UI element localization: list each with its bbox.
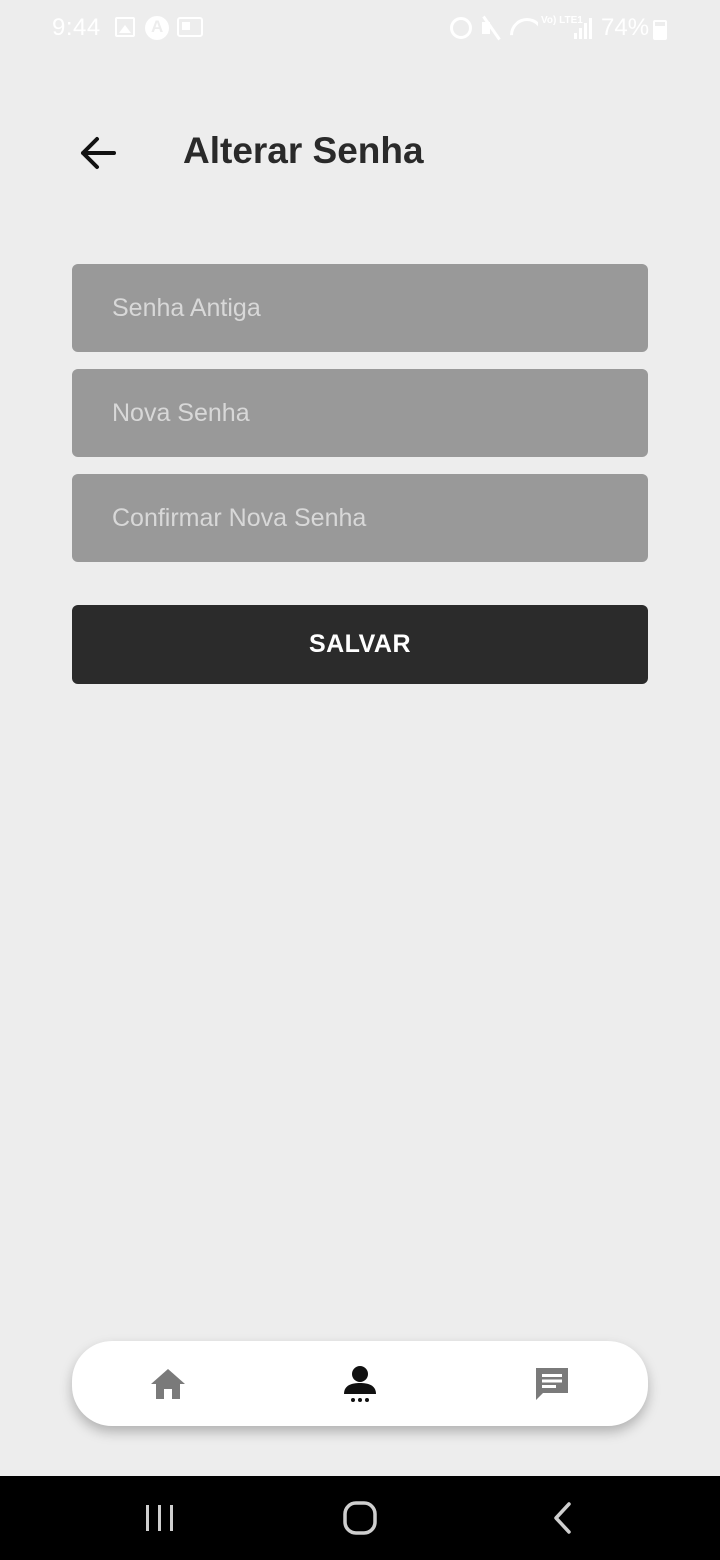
- gallery-icon: [115, 17, 135, 37]
- system-home-button[interactable]: [315, 1476, 405, 1560]
- back-button[interactable]: [72, 130, 122, 176]
- profile-icon: [344, 1365, 376, 1402]
- change-password-screen: 9:44 Vo) LTE1 74% Alterar Senha SALVAR: [0, 0, 720, 1560]
- alarm-icon: [450, 17, 472, 39]
- recents-button[interactable]: [115, 1476, 205, 1560]
- status-bar: 9:44 Vo) LTE1 74%: [0, 0, 720, 56]
- recents-icon: [146, 1505, 173, 1531]
- tab-messages[interactable]: [512, 1341, 592, 1426]
- mute-icon: [480, 16, 504, 40]
- bottom-tab-bar: [72, 1341, 648, 1426]
- page-title: Alterar Senha: [183, 130, 424, 171]
- message-icon: [536, 1367, 568, 1400]
- confirm-password-input[interactable]: [72, 474, 648, 562]
- old-password-input[interactable]: [72, 264, 648, 352]
- signal-icon: [574, 17, 594, 39]
- tab-profile[interactable]: [320, 1341, 400, 1426]
- back-chevron-icon: [554, 1502, 571, 1534]
- new-password-input[interactable]: [72, 369, 648, 457]
- home-circle-icon: [343, 1501, 377, 1535]
- system-nav-bar: [0, 1476, 720, 1560]
- system-back-button[interactable]: [518, 1476, 608, 1560]
- app-a-icon: [145, 16, 169, 40]
- tab-home[interactable]: [128, 1341, 208, 1426]
- home-icon: [151, 1368, 185, 1399]
- app-notification-icon: [177, 17, 203, 37]
- battery-icon: [653, 20, 667, 40]
- battery-percent: 74%: [601, 14, 650, 41]
- arrow-left-icon: [81, 137, 116, 169]
- wifi-icon: [510, 16, 538, 38]
- save-button[interactable]: SALVAR: [72, 605, 648, 684]
- status-time: 9:44: [52, 14, 101, 41]
